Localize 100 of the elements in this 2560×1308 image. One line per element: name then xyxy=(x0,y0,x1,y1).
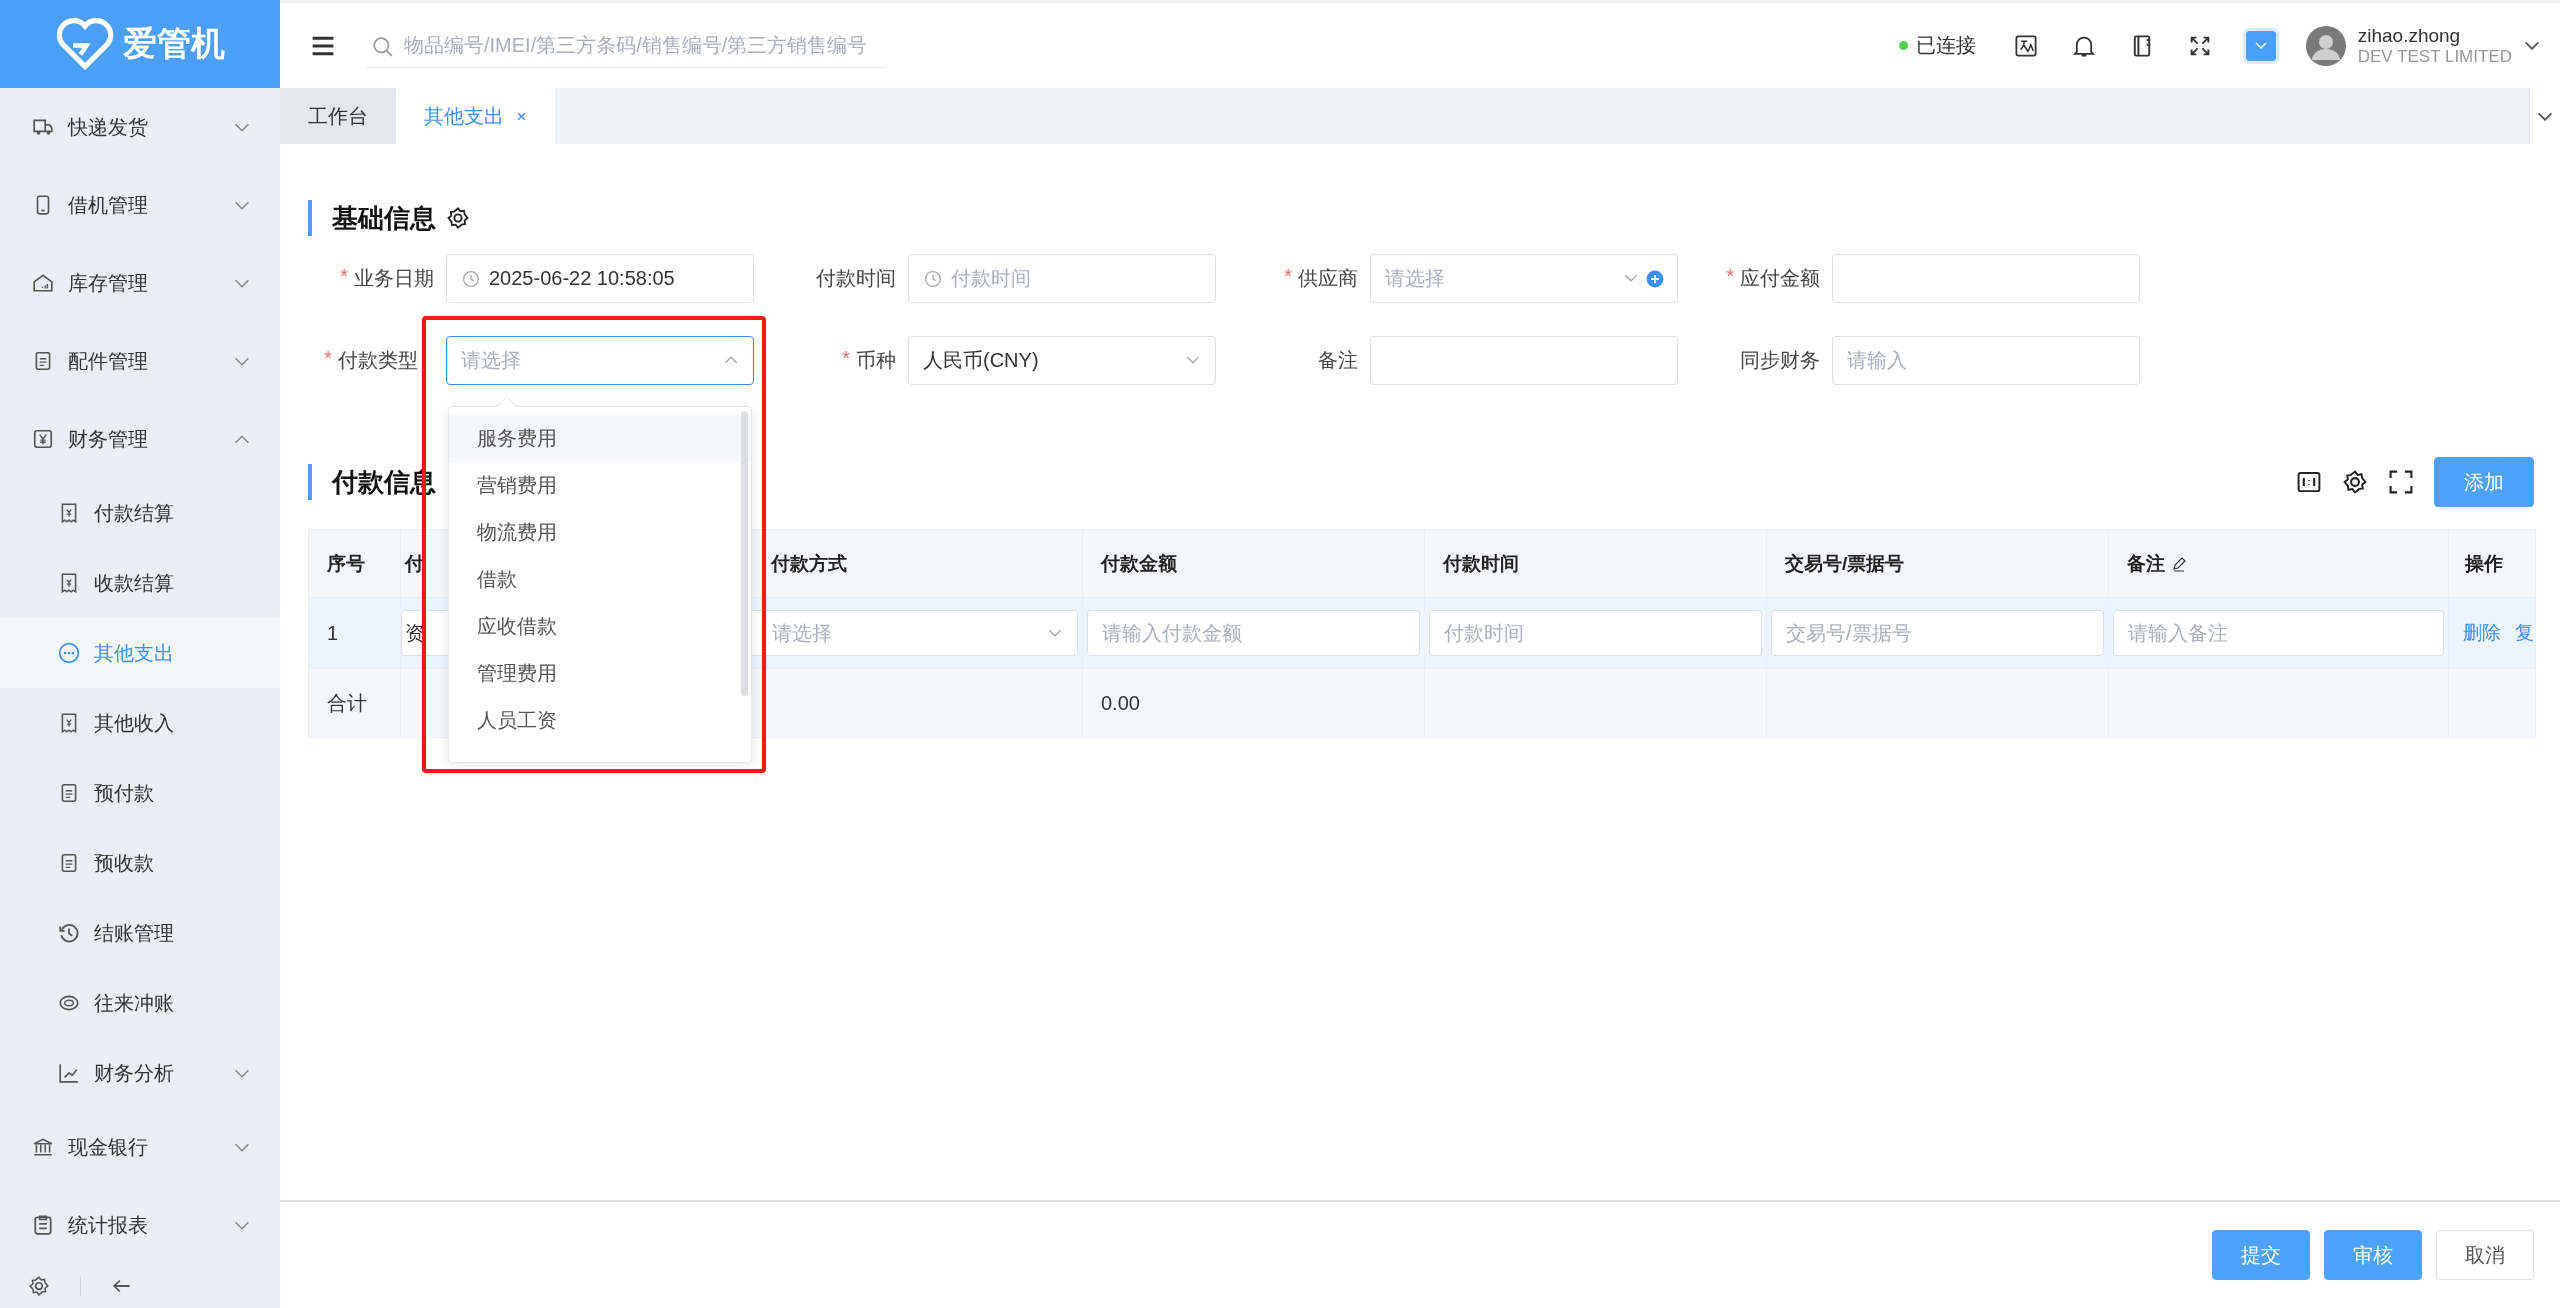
column-header: 付 xyxy=(405,551,424,576)
sidebar-item[interactable]: 配件管理 xyxy=(0,322,280,400)
scrollbar[interactable] xyxy=(741,411,748,696)
bank-icon xyxy=(32,1136,54,1158)
avatar[interactable] xyxy=(2305,25,2346,66)
house-icon xyxy=(32,272,54,294)
sidebar-item[interactable]: 结账管理 xyxy=(0,898,280,968)
field-label: 付款时间 xyxy=(816,266,896,291)
column-header: 序号 xyxy=(327,551,365,576)
fullscreen-icon[interactable] xyxy=(2388,469,2414,495)
chevron-down-icon xyxy=(234,356,250,366)
dropdown-option[interactable]: 物流费用 xyxy=(449,509,751,556)
chevron-down-icon xyxy=(1048,629,1062,637)
chevron-down-icon xyxy=(1186,356,1200,364)
close-icon[interactable] xyxy=(516,110,527,122)
table-cell: 1 xyxy=(327,621,339,645)
chevron-down-icon xyxy=(234,278,250,288)
sidebar-item[interactable]: 财务管理 xyxy=(0,400,280,478)
required-mark: * xyxy=(324,347,332,371)
input-field[interactable]: 请输入备注 xyxy=(2113,610,2444,656)
total-label: 合计 xyxy=(327,690,367,716)
field-label: 供应商 xyxy=(1298,266,1358,291)
yen-icon xyxy=(32,428,54,450)
input-field[interactable]: 请输入付款金额 xyxy=(1087,610,1420,656)
dots-circle-icon xyxy=(58,642,80,664)
sidebar-item[interactable]: 付款结算 xyxy=(0,478,280,548)
sidebar-item[interactable]: 财务分析 xyxy=(0,1038,280,1108)
required-mark: * xyxy=(340,265,348,289)
dropdown-option[interactable]: 借款 xyxy=(449,556,751,603)
chevron-down-icon xyxy=(234,200,250,210)
clock-icon xyxy=(462,270,480,288)
input-field[interactable]: 交易号/票据号 xyxy=(1771,610,2104,656)
add-icon[interactable] xyxy=(1646,270,1664,288)
sidebar-item[interactable]: 现金银行 xyxy=(0,1108,280,1186)
chevron-up-icon xyxy=(234,434,250,444)
input-field[interactable] xyxy=(1370,336,1678,385)
field-label: 付款类型 xyxy=(338,348,418,373)
chart-icon xyxy=(58,1062,80,1084)
sidebar-item[interactable]: 快递发货 xyxy=(0,88,280,166)
settings-icon[interactable] xyxy=(2342,469,2368,495)
section-title: 基础信息 xyxy=(332,201,436,235)
sidebar-item[interactable]: 统计报表 xyxy=(0,1186,280,1264)
field-label: 币种 xyxy=(856,348,896,373)
column-header: 操作 xyxy=(2465,551,2503,576)
chevron-up-icon xyxy=(724,356,738,364)
field-label: 备注 xyxy=(1318,348,1358,373)
chevron-down-icon xyxy=(234,122,250,132)
caret-icon xyxy=(2254,42,2267,49)
select-field[interactable]: 请选择 xyxy=(446,336,754,385)
field-label: 同步财务 xyxy=(1740,348,1820,373)
required-mark: * xyxy=(1284,265,1292,289)
column-header: 付款方式 xyxy=(771,551,847,576)
connection-status: 已连接 xyxy=(1915,33,1976,58)
dropdown-toggle[interactable] xyxy=(2245,30,2276,61)
chevron-down-icon xyxy=(2537,111,2553,121)
sidebar-item[interactable]: 往来冲账 xyxy=(0,968,280,1038)
chevron-down-icon xyxy=(234,1068,250,1078)
select-field[interactable]: 人民币(CNY) xyxy=(908,336,1216,385)
tab[interactable]: 工作台 xyxy=(280,88,396,144)
chevron-down-icon xyxy=(1624,274,1638,282)
cancel-button[interactable]: 取消 xyxy=(2436,1230,2534,1280)
history-icon xyxy=(58,922,80,944)
column-header: 交易号/票据号 xyxy=(1785,551,1905,576)
user-name: zihao.zhong xyxy=(2357,24,2462,47)
company-name: DEV TEST LIMITED xyxy=(2357,46,2512,67)
sidebar-item[interactable]: 借机管理 xyxy=(0,166,280,244)
date-field[interactable]: 2025-06-22 10:58:05 xyxy=(446,254,754,303)
column-header: 备注 xyxy=(2127,551,2165,576)
chevron-down-icon[interactable] xyxy=(2524,41,2540,50)
settings-icon[interactable] xyxy=(28,1275,50,1297)
input-field[interactable]: 请输入 xyxy=(1832,336,2140,385)
sidebar-item[interactable]: 库存管理 xyxy=(0,244,280,322)
total-amount: 0.00 xyxy=(1101,691,1140,715)
ratio-icon[interactable] xyxy=(2296,469,2322,495)
column-header: 付款时间 xyxy=(1443,551,1519,576)
dropdown-option[interactable]: 营销费用 xyxy=(449,462,751,509)
translate-icon[interactable] xyxy=(2013,33,2038,58)
sidebar-item[interactable]: 预收款 xyxy=(0,828,280,898)
search-icon xyxy=(372,35,394,58)
search-field[interactable]: 物品编号/IMEI/第三方条码/销售编号/第三方销售编号 xyxy=(366,23,886,68)
dropdown-option[interactable]: 服务费用 xyxy=(449,415,751,462)
clock-icon xyxy=(924,270,942,288)
sidebar-item[interactable]: 其他收入 xyxy=(0,688,280,758)
field-label: 应付金额 xyxy=(1740,266,1820,291)
required-mark: * xyxy=(842,347,850,371)
sidebar-item[interactable]: 预付款 xyxy=(0,758,280,828)
chevron-down-icon xyxy=(234,1142,250,1152)
sidebar-item[interactable]: 收款结算 xyxy=(0,548,280,618)
field-label: 业务日期 xyxy=(354,266,434,291)
dropdown-option[interactable]: 人员工资 xyxy=(449,697,751,744)
clipboard-icon xyxy=(32,1214,54,1236)
input-field[interactable]: 付款时间 xyxy=(1429,610,1762,656)
input-field[interactable] xyxy=(1832,254,2140,303)
heart-icon xyxy=(55,17,115,71)
date-field[interactable]: 付款时间 xyxy=(908,254,1216,303)
chevron-down-icon xyxy=(234,1220,250,1230)
column-header: 付款金额 xyxy=(1101,551,1177,576)
settings-icon[interactable] xyxy=(446,206,470,230)
required-mark: * xyxy=(1726,265,1734,289)
logo-text: 爱管机 xyxy=(123,23,225,64)
